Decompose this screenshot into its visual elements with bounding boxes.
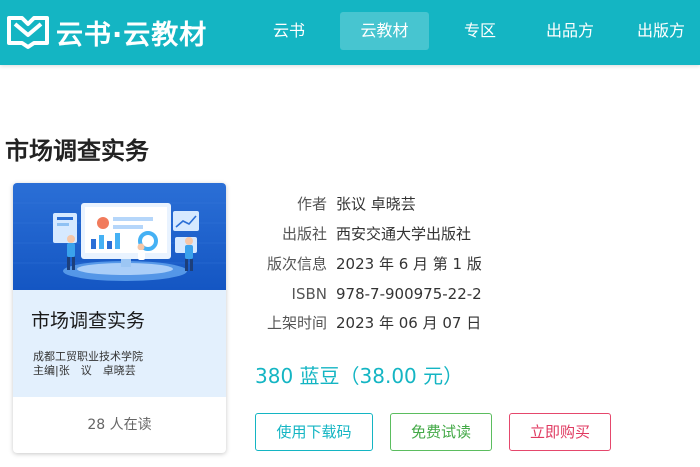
market-research-illustration bbox=[13, 183, 226, 290]
nav-item-yunjiaocai[interactable]: 云教材 bbox=[340, 12, 429, 50]
nav-item-chubanfang[interactable]: 出版方 bbox=[621, 12, 700, 50]
free-trial-button[interactable]: 免费试读 bbox=[390, 413, 492, 451]
meta-label: 上架时间 bbox=[266, 314, 327, 332]
cover-editor: 主编|张 议 卓晓芸 bbox=[33, 364, 136, 377]
meta-value: 西安交通大学出版社 bbox=[336, 225, 472, 243]
meta-isbn: ISBN 978-7-900975-22-2 bbox=[240, 282, 482, 306]
nav-item-chupinfang[interactable]: 出品方 bbox=[529, 12, 611, 50]
nav-item-zhuanqu[interactable]: 专区 bbox=[441, 12, 519, 50]
book-cover-card[interactable]: 市场调查实务 成都工贸职业技术学院 主编|张 议 卓晓芸 28 人在读 bbox=[13, 183, 226, 453]
meta-label: ISBN bbox=[291, 285, 327, 303]
page-title: 市场调查实务 bbox=[5, 137, 149, 165]
meta-value: 978-7-900975-22-2 bbox=[336, 285, 482, 303]
download-code-button[interactable]: 使用下载码 bbox=[255, 413, 373, 451]
main-nav: 云书 云教材 专区 出品方 出版方 bbox=[250, 12, 700, 50]
site-logo[interactable]: 云书·云教材 bbox=[6, 14, 208, 51]
meta-edition: 版次信息 2023 年 6 月 第 1 版 bbox=[240, 252, 482, 276]
cover-title: 市场调查实务 bbox=[31, 310, 146, 332]
meta-value: 张议 卓晓芸 bbox=[336, 195, 416, 213]
readers-count: 28 人在读 bbox=[87, 417, 152, 433]
top-navigation-bar: 云书·云教材 云书 云教材 专区 出品方 出版方 bbox=[0, 0, 700, 65]
book-logo-icon bbox=[7, 16, 49, 49]
meta-publisher: 出版社 西安交通大学出版社 bbox=[240, 222, 471, 246]
price: 380 蓝豆（38.00 元） bbox=[255, 364, 464, 388]
cover-info-panel: 市场调查实务 成都工贸职业技术学院 主编|张 议 卓晓芸 bbox=[13, 290, 226, 397]
meta-author: 作者 张议 卓晓芸 bbox=[240, 192, 416, 216]
nav-item-yunshu[interactable]: 云书 bbox=[250, 12, 328, 50]
meta-label: 作者 bbox=[296, 195, 327, 213]
meta-value: 2023 年 06 月 07 日 bbox=[336, 314, 482, 332]
meta-shelf-date: 上架时间 2023 年 06 月 07 日 bbox=[240, 311, 481, 335]
meta-label: 版次信息 bbox=[266, 255, 327, 273]
meta-label: 出版社 bbox=[281, 225, 327, 243]
buy-now-button[interactable]: 立即购买 bbox=[509, 413, 611, 451]
logo-text: 云书·云教材 bbox=[56, 19, 208, 51]
meta-value: 2023 年 6 月 第 1 版 bbox=[336, 255, 482, 273]
